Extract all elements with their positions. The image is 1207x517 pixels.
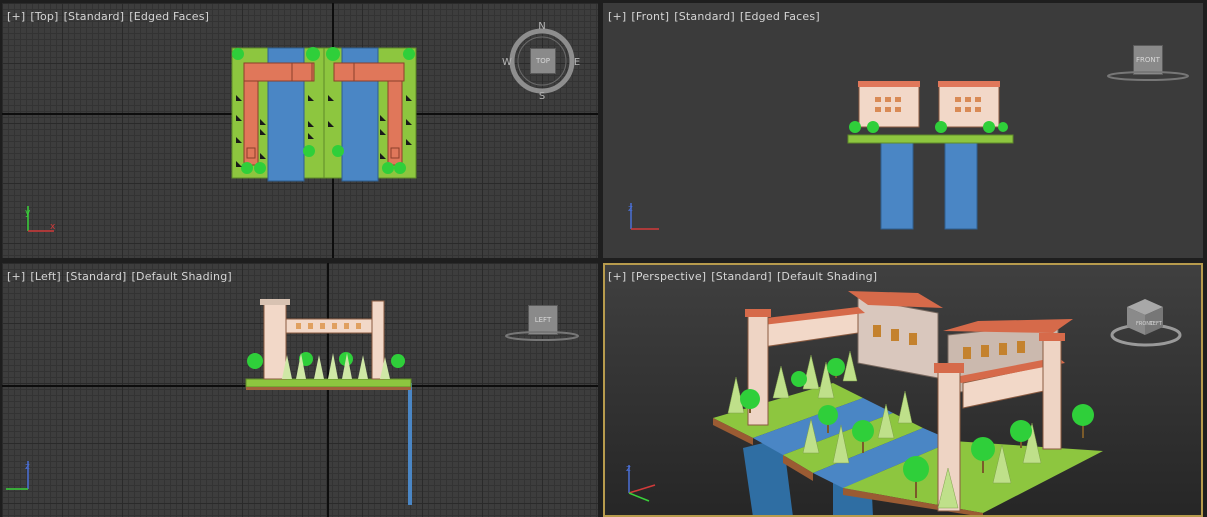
viewport-front[interactable]: [+] [Front] [Standard] [Edged Faces] FRONT …: [603, 3, 1203, 258]
viewport-display-mode[interactable]: [Default Shading]: [132, 270, 232, 283]
viewport-menu-plus[interactable]: [+]: [7, 270, 25, 283]
viewport-shader-name[interactable]: [Standard]: [64, 10, 125, 23]
viewcube-icon[interactable]: TOP: [530, 48, 556, 74]
viewport-display-mode[interactable]: [Default Shading]: [777, 270, 877, 283]
viewport-display-mode[interactable]: [Edged Faces]: [129, 10, 209, 23]
viewport-left[interactable]: [+] [Left] [Standard] [Default Shading] LEF…: [2, 263, 598, 517]
viewcube-face-label: LEFT: [534, 316, 552, 324]
viewport-view-name[interactable]: [Front]: [631, 10, 669, 23]
viewport-view-name[interactable]: [Perspective]: [631, 270, 706, 283]
viewport-shader-name[interactable]: [Standard]: [674, 10, 735, 23]
viewcube-icon[interactable]: FRONT: [1133, 45, 1163, 75]
viewcube-face-label: TOP: [535, 57, 550, 65]
viewport-shader-name[interactable]: [Standard]: [66, 270, 127, 283]
viewport-view-name[interactable]: [Left]: [30, 270, 60, 283]
viewport-top[interactable]: [+] [Top] [Standard] [Edged Faces] N S E…: [2, 3, 598, 258]
viewport-menu-plus[interactable]: [+]: [608, 10, 626, 23]
viewcube-face-label: FRONT: [1136, 56, 1160, 64]
viewport-display-mode[interactable]: [Edged Faces]: [740, 10, 820, 23]
viewport-perspective[interactable]: [+] [Perspective] [Standard] [Default Shadi…: [603, 263, 1203, 517]
viewport-front-label[interactable]: [+] [Front] [Standard] [Edged Faces]: [608, 10, 825, 23]
front-view-model[interactable]: [603, 3, 1203, 258]
viewport-view-name[interactable]: [Top]: [30, 10, 58, 23]
viewport-perspective-label[interactable]: [+] [Perspective] [Standard] [Default Shadi…: [608, 270, 882, 283]
viewport-menu-plus[interactable]: [+]: [7, 10, 25, 23]
viewcube-icon[interactable]: LEFT: [528, 305, 558, 335]
left-view-model[interactable]: [2, 263, 598, 517]
viewcube-left-label: LEFT: [1150, 321, 1163, 327]
viewport-menu-plus[interactable]: [+]: [608, 270, 626, 283]
top-view-model[interactable]: [2, 3, 598, 258]
viewport-shader-name[interactable]: [Standard]: [711, 270, 772, 283]
viewcube-icon[interactable]: FRONT LEFT: [603, 263, 1203, 517]
viewport-top-label[interactable]: [+] [Top] [Standard] [Edged Faces]: [7, 10, 214, 23]
viewport-left-label[interactable]: [+] [Left] [Standard] [Default Shading]: [7, 270, 237, 283]
